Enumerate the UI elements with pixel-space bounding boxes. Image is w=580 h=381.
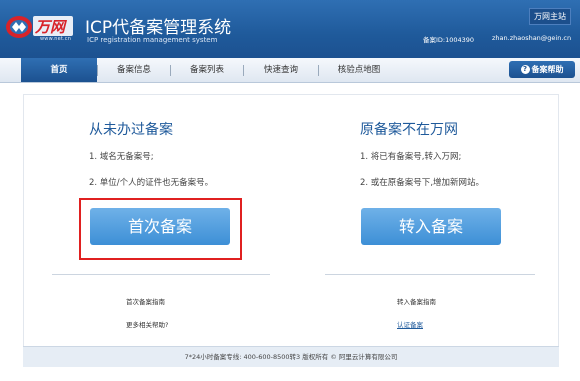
home-site-link[interactable]: 万网主站 bbox=[529, 8, 571, 25]
record-id: 备案ID:1004390 bbox=[423, 36, 475, 44]
footer-bar: 7*24小时备案专线: 400-600-8500转3 版权所有 © 阿里云计算有… bbox=[23, 346, 559, 367]
left-divider bbox=[52, 274, 270, 275]
logo-text: 万网 bbox=[35, 18, 66, 36]
nav-tab-check-map[interactable]: 核验点地图 bbox=[319, 58, 399, 82]
system-subtitle: ICP registration management system bbox=[87, 36, 218, 44]
footer-text: 7*24小时备案专线: 400-600-8500转3 版权所有 © 阿里云计算有… bbox=[184, 353, 398, 361]
nav-tab-home[interactable]: 首页 bbox=[21, 58, 97, 82]
nav-tab-quick-query[interactable]: 快速查询 bbox=[244, 58, 318, 82]
main-nav: 首页 备案信息 备案列表 快速查询 核验点地图 ? 备案帮助 bbox=[0, 58, 580, 83]
transfer-record-title: 原备案不在万网 bbox=[360, 122, 458, 138]
transfer-record-button[interactable]: 转入备案 bbox=[361, 208, 501, 245]
nav-tab-record-list[interactable]: 备案列表 bbox=[171, 58, 243, 82]
first-record-title: 从未办过备案 bbox=[89, 122, 173, 138]
first-record-condition-1: 1. 域名无备案号; bbox=[89, 152, 154, 162]
help-button-label: 备案帮助 bbox=[531, 65, 564, 74]
transfer-guide-link[interactable]: 转入备案指南 bbox=[397, 296, 436, 306]
highlight-box bbox=[79, 198, 242, 260]
transfer-condition-2: 2. 或在原备案号下,增加新网站。 bbox=[360, 178, 485, 188]
transfer-condition-1: 1. 将已有备案号,转入万网; bbox=[360, 152, 462, 162]
user-email: zhan.zhaoshan@gein.cn bbox=[492, 34, 572, 42]
system-title: ICP代备案管理系统 bbox=[85, 18, 232, 38]
help-icon: ? bbox=[520, 65, 530, 74]
header-bar: 万网 www.net.cn ICP代备案管理系统 ICP registratio… bbox=[0, 0, 580, 58]
logo-domain: www.net.cn bbox=[40, 36, 72, 42]
record-help-button[interactable]: ? 备案帮助 bbox=[509, 61, 575, 78]
nav-tab-record-info[interactable]: 备案信息 bbox=[98, 58, 170, 82]
right-divider bbox=[325, 274, 535, 275]
first-record-condition-2: 2. 单位/个人的证件也无备案号。 bbox=[89, 178, 214, 188]
certified-record-link[interactable]: 认证备案 bbox=[397, 319, 423, 329]
first-record-guide-link[interactable]: 首次备案指南 bbox=[126, 296, 165, 306]
more-help-link[interactable]: 更多相关帮助? bbox=[126, 319, 168, 329]
